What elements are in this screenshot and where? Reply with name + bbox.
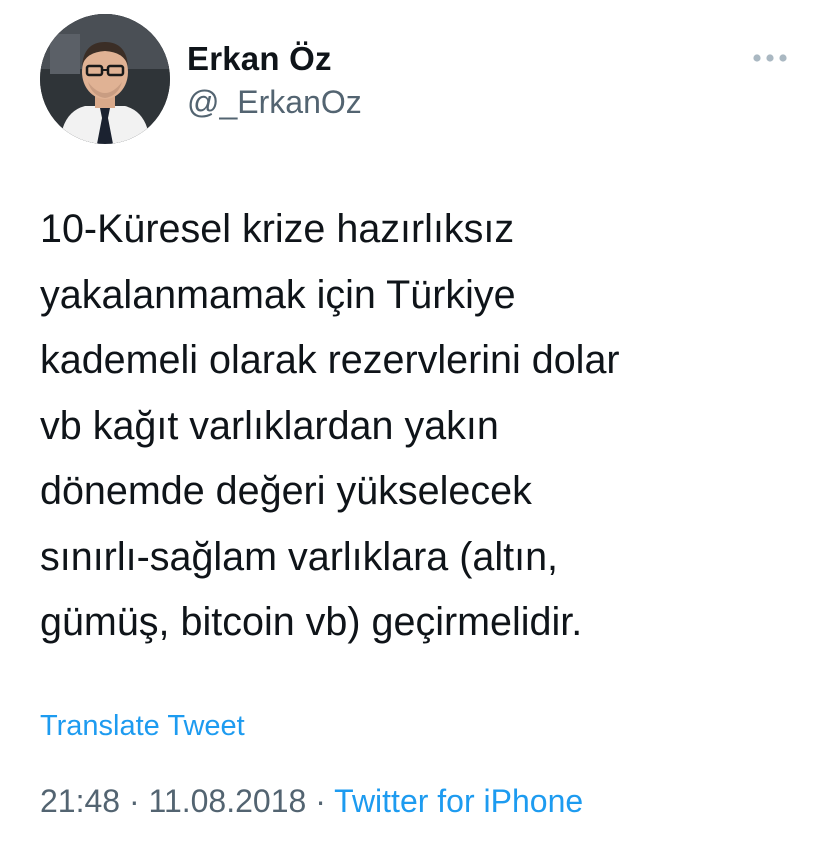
- more-horizontal-icon[interactable]: [750, 44, 790, 72]
- meta-separator: ·: [315, 783, 326, 819]
- tweet-text: 10-Küresel krize hazırlıksız yakalanmama…: [40, 207, 620, 644]
- tweet-time[interactable]: 21:48: [40, 783, 120, 819]
- tweet-date[interactable]: 11.08.2018: [149, 783, 307, 819]
- tweet-card: Erkan Öz @_ErkanOz 10-Küresel krize hazı…: [0, 0, 828, 857]
- author-handle[interactable]: @_ErkanOz: [187, 84, 362, 121]
- tweet-meta: 21:48 · 11.08.2018 · Twitter for iPhone: [40, 783, 583, 820]
- translate-tweet-link[interactable]: Translate Tweet: [40, 710, 245, 743]
- avatar[interactable]: [40, 14, 170, 144]
- author-name[interactable]: Erkan Öz: [187, 40, 332, 78]
- meta-separator: ·: [128, 783, 140, 819]
- tweet-source-link[interactable]: Twitter for iPhone: [334, 783, 583, 819]
